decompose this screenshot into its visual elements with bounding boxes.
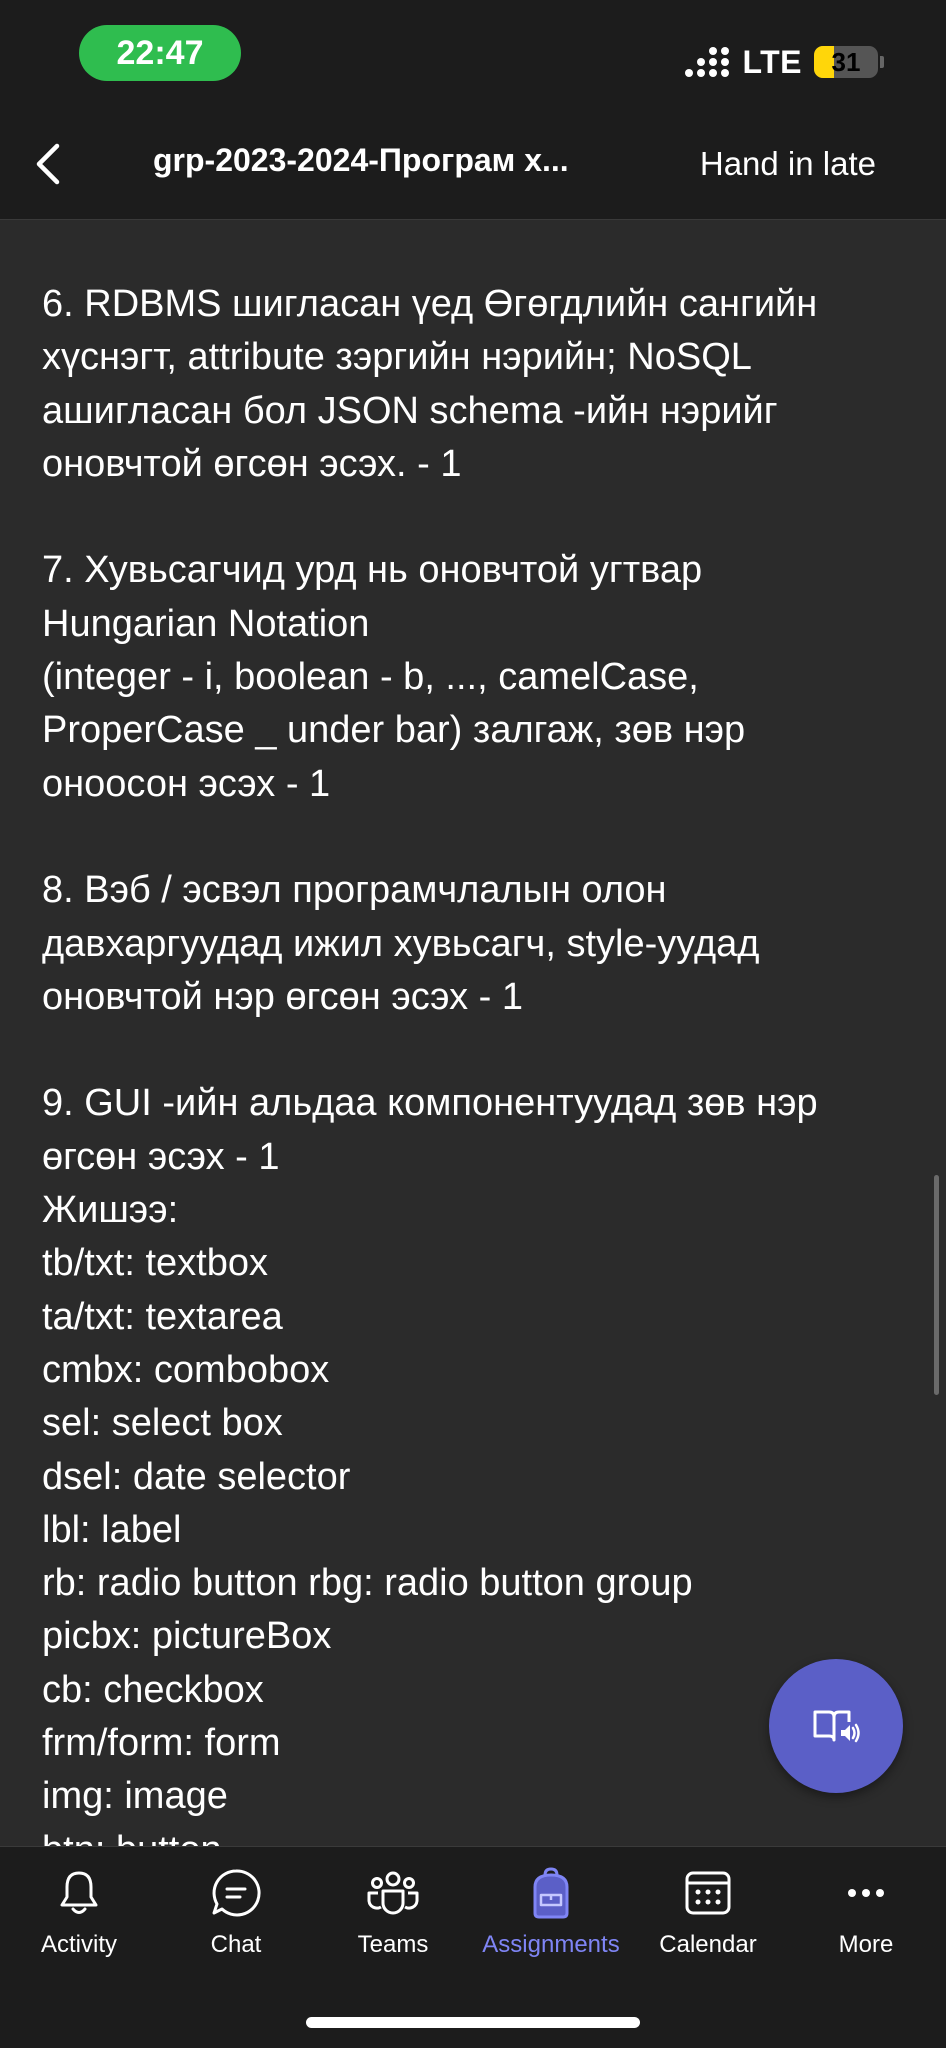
- chat-icon: [212, 1869, 261, 1917]
- tab-more[interactable]: More: [787, 1865, 945, 1975]
- instruction-line: lbl: label: [42, 1508, 182, 1551]
- hand-in-late-button[interactable]: Hand in late: [700, 145, 876, 183]
- chevron-left-icon: [36, 143, 60, 185]
- instruction-line: dsel: date selector: [42, 1455, 351, 1498]
- back-button[interactable]: [26, 140, 70, 188]
- tab-label: Calendar: [659, 1931, 757, 1958]
- backpack-icon: [533, 1867, 569, 1919]
- instruction-line: img: image: [42, 1775, 228, 1818]
- instruction-line: 6. RDBMS шигласан үед Өгөгдлийн сангийн: [42, 283, 818, 325]
- instructions-text: 6. RDBMS шигласан үед Өгөгдлийн сангийн х…: [42, 278, 922, 1846]
- instruction-line: оновчтой нэр өгсөн эсэх - 1: [42, 975, 524, 1018]
- assignment-instructions[interactable]: 6. RDBMS шигласан үед Өгөгдлийн сангийн х…: [0, 220, 946, 1846]
- bell-icon: [60, 1871, 98, 1914]
- instruction-line: оноосон эсэх - 1: [42, 762, 331, 805]
- network-type: LTE: [742, 43, 802, 80]
- battery-nub: [880, 56, 884, 68]
- instruction-line: давхаргуудад ижил хувьсагч, style-уудад: [42, 922, 760, 965]
- instruction-line: оновчтой өгсөн эсэх. - 1: [42, 442, 462, 485]
- tab-label: More: [838, 1931, 894, 1958]
- tab-teams[interactable]: Teams: [314, 1865, 472, 1975]
- status-time: 22:47: [79, 25, 241, 81]
- instruction-line: cmbx: combobox: [42, 1348, 330, 1391]
- instruction-line: ta/txt: textarea: [42, 1295, 283, 1338]
- instruction-line: 7. Хувьсагчид урд нь оновчтой угтвар: [42, 549, 703, 592]
- instruction-line: tb/txt: textbox: [42, 1242, 268, 1285]
- status-indicators: LTE 31: [684, 42, 884, 82]
- instruction-line: ProperCase _ under bar) залгаж, зөв нэр: [42, 709, 746, 752]
- instruction-line: Hungarian Notation: [42, 602, 370, 645]
- scroll-indicator[interactable]: [934, 1175, 939, 1395]
- signal-dots-icon: [685, 47, 730, 77]
- instruction-line: sel: select box: [42, 1402, 283, 1445]
- immersive-reader-icon: [813, 1710, 860, 1743]
- instruction-line: ашигласан бол JSON schema -ийн нэрийг: [42, 389, 778, 432]
- battery-level: 31: [831, 46, 861, 77]
- instruction-line: picbx: pictureBox: [42, 1615, 332, 1658]
- instruction-paragraph: 7. Хувьсагчид урд нь оновчтой угтвар Hung…: [42, 544, 922, 810]
- tab-calendar[interactable]: Calendar: [629, 1865, 787, 1975]
- instruction-line: 8. Вэб / эсвэл програмчлалын олон: [42, 869, 667, 912]
- instruction-line: btn: button: [42, 1824, 922, 1846]
- calendar-icon: [685, 1871, 731, 1915]
- more-icon: [848, 1889, 884, 1897]
- tab-label: Activity: [40, 1931, 117, 1958]
- instruction-line: rb: radio button rbg: radio button group: [42, 1562, 693, 1605]
- instruction-line: өгсөн эсэх - 1: [42, 1135, 280, 1178]
- tab-assignments[interactable]: Assignments: [472, 1865, 630, 1975]
- tab-label: Assignments: [482, 1931, 620, 1958]
- instruction-paragraph: 8. Вэб / эсвэл програмчлалын олон давхарг…: [42, 864, 922, 1024]
- instruction-line: хүснэгт, attribute зэргийн нэрийн; NoSQL: [42, 336, 752, 379]
- instruction-line: Жишээ:: [42, 1189, 179, 1232]
- tab-activity[interactable]: Activity: [0, 1865, 158, 1975]
- tab-label: Chat: [210, 1931, 262, 1958]
- tab-label: Teams: [357, 1931, 429, 1958]
- battery-icon: 31: [814, 46, 878, 78]
- tab-chat[interactable]: Chat: [157, 1865, 315, 1975]
- home-indicator[interactable]: [306, 2017, 640, 2028]
- instruction-paragraph: 6. RDBMS шигласан үед Өгөгдлийн сангийн х…: [42, 278, 922, 491]
- immersive-reader-button[interactable]: [769, 1659, 903, 1793]
- instruction-line: (integer - i, boolean - b, ..., camelCas…: [42, 656, 699, 699]
- instruction-line: 9. GUI -ийн альдаа компонентуудад зөв нэ…: [42, 1082, 818, 1125]
- teams-icon: [367, 1871, 419, 1915]
- page-title: grp-2023-2024-Програм х...: [153, 142, 569, 178]
- top-bar: 22:47 LTE 31 grp-2023-2024-Програм х... …: [0, 0, 946, 220]
